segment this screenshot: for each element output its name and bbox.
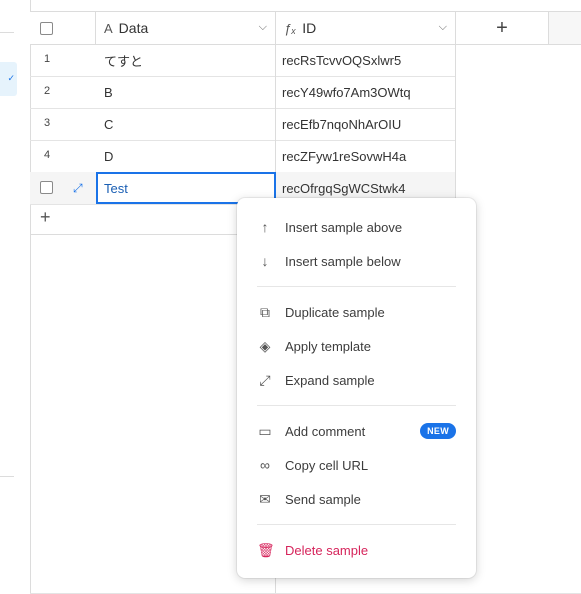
link-icon: ∞ — [260, 457, 270, 473]
chevron-down-icon[interactable]: ⌵ — [259, 21, 267, 34]
plus-icon: + — [496, 16, 508, 39]
mail-icon: ✉ — [259, 490, 271, 507]
menu-item-label: Delete sample — [285, 542, 369, 558]
menu-item-label: Add comment — [285, 423, 366, 439]
trash-icon: 🗑 — [257, 541, 275, 558]
divider — [0, 32, 14, 33]
id-cell[interactable]: recZFyw1reSovwH4a — [276, 140, 456, 172]
column-header-id[interactable]: ƒₓ ID ⌵ — [276, 12, 456, 44]
sidebar-selected-item[interactable]: ✓ — [0, 62, 17, 96]
grid-header: A Data ⌵ ƒₓ ID ⌵ + — [30, 11, 581, 45]
column-label: Data — [118, 20, 149, 36]
duplicate-icon: ⧉ — [260, 303, 270, 320]
menu-divider — [257, 286, 456, 287]
menu-item-expand[interactable]: ⤢ Expand sample — [237, 365, 476, 395]
data-cell[interactable]: B — [96, 76, 276, 108]
row-number: 4 — [44, 149, 51, 161]
plus-icon: + — [40, 207, 51, 227]
column-label: ID — [302, 20, 317, 36]
table-row[interactable]: 2 B recY49wfo7Am3OWtq — [30, 76, 456, 109]
menu-item-copy-url[interactable]: ∞ Copy cell URL — [237, 450, 476, 480]
arrow-up-icon: ↑ — [261, 219, 269, 235]
menu-item-add-comment[interactable]: ▭ Add comment NEW — [237, 416, 476, 446]
menu-item-label: Apply template — [285, 338, 371, 354]
text-icon: A — [104, 20, 113, 36]
menu-item-label: Send sample — [285, 491, 361, 507]
menu-item-label: Duplicate sample — [285, 304, 385, 320]
arrow-down-icon: ↓ — [261, 253, 269, 269]
table-row[interactable]: 1 てすと recRsTcvvOQSxlwr5 — [30, 44, 456, 77]
menu-item-delete[interactable]: 🗑 Delete sample — [237, 535, 476, 565]
row-context-menu: ↑ Insert sample above ↓ Insert sample be… — [237, 198, 476, 578]
paint-bucket-icon: ◈ — [259, 337, 271, 354]
row-number: 3 — [44, 117, 51, 129]
chevron-down-icon[interactable]: ⌵ — [439, 21, 447, 34]
table-row[interactable]: 3 C recEfb7nqoNhArOIU — [30, 108, 456, 141]
menu-item-label: Insert sample below — [285, 253, 401, 269]
data-cell[interactable]: てすと — [96, 44, 276, 76]
menu-item-label: Insert sample above — [285, 219, 403, 235]
id-cell[interactable]: recEfb7nqoNhArOIU — [276, 108, 456, 140]
column-header-data[interactable]: A Data ⌵ — [96, 12, 276, 44]
id-cell[interactable]: recRsTcvvOQSxlwr5 — [276, 44, 456, 76]
table-row[interactable]: 4 D recZFyw1reSovwH4a — [30, 140, 456, 173]
expand-icon: ⤢ — [259, 371, 271, 388]
menu-divider — [257, 405, 456, 406]
menu-item-send[interactable]: ✉ Send sample — [237, 484, 476, 514]
add-column-button[interactable]: + — [456, 12, 549, 44]
menu-item-apply-template[interactable]: ◈ Apply template — [237, 331, 476, 361]
left-sidebar: ✓ — [0, 0, 31, 594]
formula-icon: ƒₓ — [284, 20, 297, 36]
check-icon: ✓ — [7, 73, 15, 83]
divider — [0, 476, 14, 477]
row-checkbox[interactable] — [40, 181, 53, 194]
data-cell[interactable]: D — [96, 140, 276, 172]
data-cell[interactable]: C — [96, 108, 276, 140]
menu-item-label: Expand sample — [285, 372, 375, 388]
new-badge: NEW — [420, 423, 456, 439]
menu-item-label: Copy cell URL — [285, 457, 369, 473]
comment-icon: ▭ — [258, 422, 272, 439]
menu-item-duplicate[interactable]: ⧉ Duplicate sample — [237, 297, 476, 327]
menu-divider — [257, 524, 456, 525]
header-select-cell — [30, 12, 96, 44]
row-number: 2 — [44, 85, 51, 97]
row-number: 1 — [44, 53, 51, 65]
header-empty — [549, 12, 581, 44]
menu-item-insert-above[interactable]: ↑ Insert sample above — [237, 212, 476, 242]
menu-item-insert-below[interactable]: ↓ Insert sample below — [237, 246, 476, 276]
select-all-checkbox[interactable] — [40, 21, 53, 35]
id-cell[interactable]: recY49wfo7Am3OWtq — [276, 76, 456, 108]
expand-row-icon[interactable]: ⤢ — [73, 181, 83, 196]
